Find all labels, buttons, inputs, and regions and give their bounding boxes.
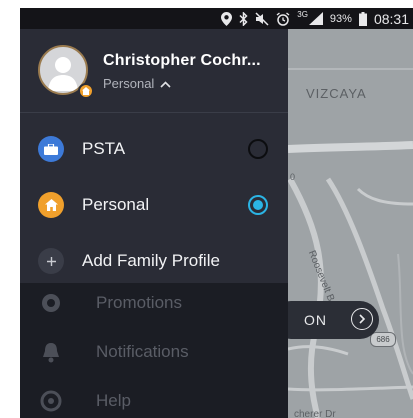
menu-item-notifications[interactable]: Notifications	[20, 332, 288, 372]
battery-percent: 93%	[329, 12, 352, 25]
map-corner-number: 0	[290, 172, 296, 182]
go-online-label: ON	[304, 312, 327, 328]
route-shield: 686	[370, 332, 396, 347]
go-online-button[interactable]: ON	[272, 301, 379, 339]
bluetooth-icon	[239, 11, 248, 26]
briefcase-icon	[38, 136, 64, 162]
current-profile-label: Personal	[103, 76, 155, 91]
add-family-profile-label: Add Family Profile	[82, 251, 220, 270]
bell-icon	[38, 339, 64, 365]
profile-switcher[interactable]: Personal	[103, 76, 171, 91]
map-area-label: VIZCAYA	[306, 86, 367, 101]
profile-radio-personal[interactable]	[248, 195, 268, 215]
profile-drawer: Christopher Cochr... Personal PSTA Perso…	[20, 29, 288, 283]
location-icon	[221, 11, 233, 26]
map-street-label: cherer Dr	[294, 409, 336, 418]
menu-item-help[interactable]: Help	[20, 381, 288, 418]
profile-option-psta[interactable]: PSTA	[20, 121, 288, 177]
home-icon	[38, 192, 64, 218]
phone-screen: 3G 93% 08:31 VIZCAYA 0 Roosevelt B 686 c…	[20, 8, 413, 418]
chevron-right-icon	[351, 308, 373, 330]
menu-item-label: Promotions	[96, 293, 182, 312]
clock: 08:31	[373, 10, 409, 27]
chevron-up-icon	[160, 77, 171, 91]
profile-option-label: Personal	[82, 195, 150, 214]
background-menu: Promotions Notifications Help	[20, 283, 288, 418]
plus-icon	[38, 248, 64, 274]
help-icon	[38, 388, 64, 414]
user-name: Christopher Cochr...	[103, 52, 261, 69]
profile-option-label: PSTA	[82, 139, 126, 158]
profile-radio-psta[interactable]	[248, 139, 268, 159]
profile-home-badge-icon	[78, 83, 94, 99]
menu-item-label: Help	[96, 391, 131, 410]
network-type: 3G	[297, 10, 308, 19]
promotions-icon	[38, 290, 64, 316]
map-view[interactable]: VIZCAYA 0 Roosevelt B 686 cherer Dr	[288, 29, 413, 418]
profile-header[interactable]: Christopher Cochr... Personal	[20, 29, 288, 113]
menu-item-promotions[interactable]: Promotions	[20, 283, 288, 323]
alarm-icon	[276, 11, 290, 26]
mute-icon	[255, 11, 269, 26]
signal-icon	[308, 12, 323, 25]
status-bar: 3G 93% 08:31	[20, 8, 413, 29]
battery-icon	[358, 11, 367, 26]
profile-option-personal[interactable]: Personal	[20, 177, 288, 233]
menu-item-label: Notifications	[96, 342, 189, 361]
add-family-profile-button[interactable]: Add Family Profile	[20, 233, 288, 289]
